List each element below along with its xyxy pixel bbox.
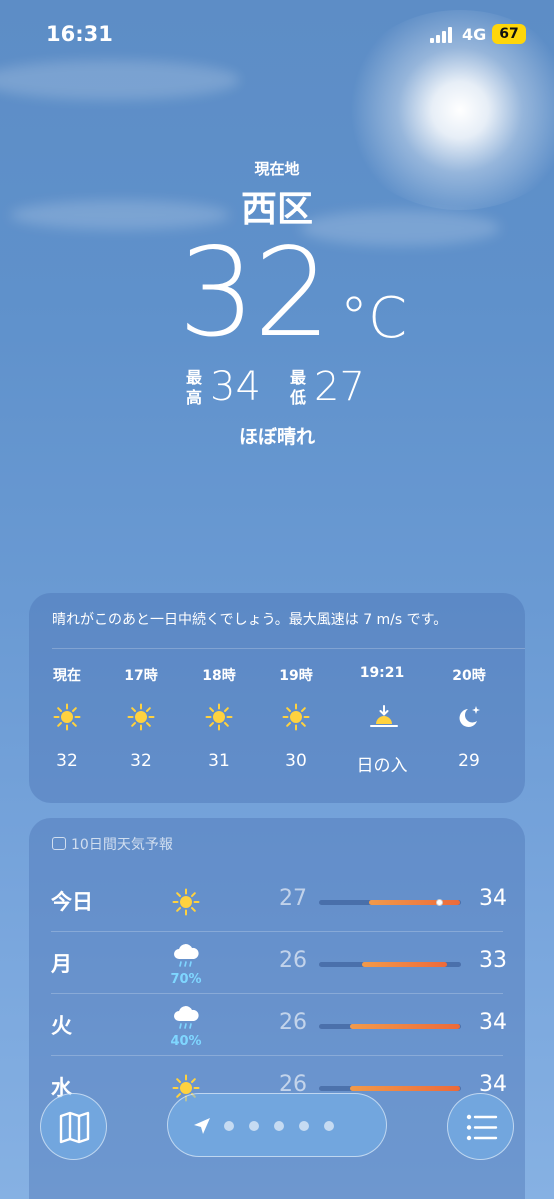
precip-chance: 70% <box>170 972 202 987</box>
hour-time: 20時 <box>452 668 486 684</box>
cellular-signal-icon <box>430 27 456 43</box>
temp-range-bar <box>319 1024 461 1029</box>
status-bar: 16:31 4G 67 <box>0 0 554 70</box>
hour-column: 19:21 日の入 <box>347 665 417 776</box>
hourly-forecast-card[interactable]: 晴れがこのあと一日中続くでしょう。最大風速は 7 m/s です。 現在 32 17時… <box>29 593 525 803</box>
list-button[interactable] <box>447 1093 514 1160</box>
temp-range-bar <box>319 899 461 906</box>
day-name: 月 <box>51 952 72 976</box>
hour-temp: 32 <box>56 751 78 771</box>
high-value: 34 <box>210 364 261 410</box>
hour-time: 17時 <box>124 668 158 684</box>
page-dot[interactable] <box>249 1121 259 1131</box>
rain-cloud-icon <box>169 942 203 972</box>
hour-temp: 30 <box>285 751 307 771</box>
sun-icon <box>282 703 310 731</box>
hour-time: 19:21 <box>359 665 405 681</box>
temp-range-fill <box>350 1086 460 1091</box>
page-dot[interactable] <box>224 1121 234 1131</box>
sun-icon <box>53 703 81 731</box>
day-low: 26 <box>279 1010 307 1035</box>
day-name: 火 <box>51 1014 72 1038</box>
sunset-icon <box>368 703 398 731</box>
daily-header: 10日間天気予報 <box>52 834 173 854</box>
temperature-unit: °C <box>340 286 408 351</box>
rain-cloud-icon <box>169 1004 203 1034</box>
daily-row[interactable]: 月 70% 26 33 <box>29 932 525 994</box>
page-dot[interactable] <box>299 1121 309 1131</box>
day-low: 26 <box>279 948 307 973</box>
hour-temp: 日の入 <box>356 756 408 776</box>
sun-icon <box>169 888 203 920</box>
hour-time: 現在 <box>53 668 81 684</box>
location-arrow-icon <box>194 1118 210 1134</box>
day-low: 27 <box>279 886 307 911</box>
low-label: 最低 <box>290 368 307 407</box>
battery-level: 67 <box>499 26 519 42</box>
high-label: 最高 <box>186 368 203 407</box>
temperature-value: 32 <box>178 222 331 364</box>
day-name: 今日 <box>51 890 93 914</box>
condition-text: ほぼ晴れ <box>238 426 315 448</box>
day-high: 34 <box>479 1010 507 1035</box>
sun-icon <box>127 703 155 731</box>
map-button[interactable] <box>40 1093 107 1160</box>
map-icon <box>59 1111 90 1144</box>
battery-icon: 67 <box>492 24 526 44</box>
location-label: 現在地 <box>254 160 300 178</box>
daily-row[interactable]: 火 40% 26 34 <box>29 994 525 1056</box>
moon-stars-icon <box>455 703 483 731</box>
hour-column: 18時 31 <box>184 665 254 771</box>
temp-range-bar <box>319 962 461 967</box>
day-high: 33 <box>479 948 507 973</box>
hour-column: 現在 32 <box>32 665 102 771</box>
hour-time: 18時 <box>202 668 236 684</box>
page-dot[interactable] <box>274 1121 284 1131</box>
low-value: 27 <box>314 364 365 410</box>
hour-temp: 31 <box>208 751 230 771</box>
temp-range-fill <box>361 962 447 967</box>
day-icon <box>169 888 203 920</box>
forecast-summary: 晴れがこのあと一日中続くでしょう。最大風速は 7 m/s です。 <box>52 612 448 628</box>
temp-range-bar <box>319 1086 461 1091</box>
hour-column: 17時 32 <box>106 665 176 771</box>
hour-temp: 29 <box>458 751 480 771</box>
day-high: 34 <box>479 886 507 911</box>
hour-time: 19時 <box>279 668 313 684</box>
precip-chance: 40% <box>170 1034 202 1049</box>
daily-header-label: 10日間天気予報 <box>71 837 173 853</box>
network-type: 4G <box>462 25 487 44</box>
hour-temp: 32 <box>130 751 152 771</box>
temp-range-fill <box>368 900 460 905</box>
temp-range-fill <box>350 1024 460 1029</box>
sun-icon <box>205 703 233 731</box>
day-icon: 70% <box>169 942 203 987</box>
hour-column: 19時 30 <box>261 665 331 771</box>
page-dot[interactable] <box>324 1121 334 1131</box>
hour-column: 20時 29 <box>434 665 504 771</box>
day-icon: 40% <box>169 1004 203 1049</box>
high-low: 最高 34 最低 27 <box>186 364 386 410</box>
location-pager[interactable] <box>167 1093 387 1157</box>
calendar-icon <box>52 837 66 850</box>
divider <box>52 648 525 649</box>
status-time: 16:31 <box>46 22 113 46</box>
daily-row[interactable]: 今日 27 34 <box>29 870 525 932</box>
list-icon <box>466 1114 498 1141</box>
